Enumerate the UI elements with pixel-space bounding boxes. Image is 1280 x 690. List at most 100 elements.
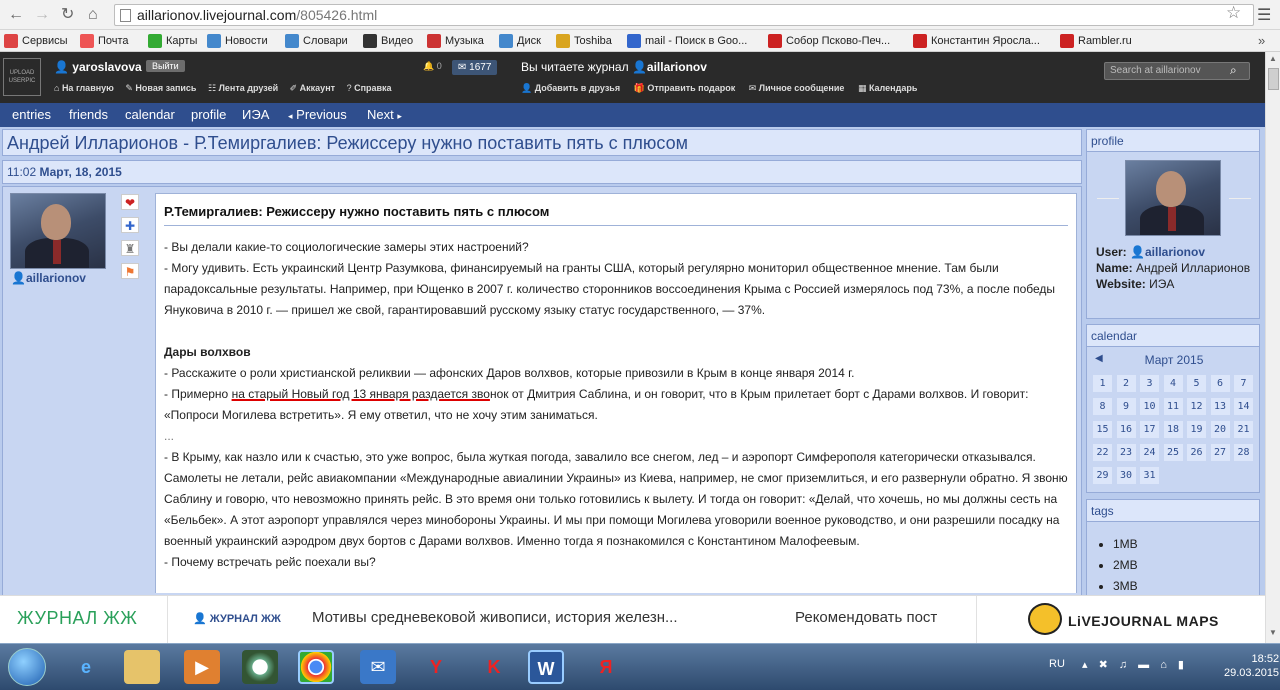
explorer-icon[interactable] [124,650,160,684]
profile-userpic[interactable] [1125,160,1221,236]
scroll-thumb[interactable] [1268,68,1279,90]
nav-account[interactable]: ✐ Аккаунт [290,83,335,93]
bookmark-item[interactable]: Сервисы [4,33,68,49]
calendar-day[interactable]: 10 [1140,398,1159,415]
nav-calendar[interactable]: calendar [125,103,175,127]
calendar-day[interactable]: 4 [1163,375,1183,392]
calendar-day[interactable]: 26 [1187,444,1206,461]
calendar-day[interactable]: 18 [1163,421,1183,438]
nav-new-post[interactable]: ✎ Новая запись [125,83,196,93]
calendar-day[interactable]: 9 [1116,398,1136,415]
action-send-gift[interactable]: 🎁 Отправить подарок [634,83,736,93]
bookmark-item[interactable]: Собор Псково-Печ... [768,33,890,49]
lj-journal-link[interactable]: 👤 ЖУРНАЛ ЖЖ [193,612,281,625]
back-icon[interactable]: ← [8,6,24,24]
action-add-friend[interactable]: 👤 Добавить в друзья [521,83,620,93]
bookmark-item[interactable]: Константин Яросла... [913,33,1040,49]
yandex-browser-icon[interactable]: Y [418,650,454,684]
scroll-down-icon[interactable]: ▼ [1269,628,1277,637]
calendar-day[interactable]: 20 [1210,421,1230,438]
calendar-day[interactable]: 16 [1116,421,1136,438]
chrome-icon[interactable] [298,650,334,684]
bookmark-item[interactable]: Toshiba [556,33,612,49]
calendar-day[interactable]: 27 [1210,444,1230,461]
calendar-day[interactable]: 28 [1234,444,1253,461]
calendar-day[interactable]: 1 [1093,375,1112,392]
menu-icon[interactable]: ☰ [1257,5,1271,25]
tray-clock[interactable]: 18:52 29.03.2015 [1224,652,1279,680]
heart-icon[interactable]: ❤ [121,194,139,210]
calendar-day[interactable]: 25 [1163,444,1183,461]
home-icon[interactable]: ⌂ [88,6,98,24]
lj-maps-link[interactable]: LiVEJOURNAL MAPS [1068,613,1219,629]
nav-profile[interactable]: profile [191,103,226,127]
action-private-message[interactable]: ✉ Личное сообщение [749,83,845,93]
tag-link[interactable]: 3МВ [1113,576,1138,597]
calendar-day[interactable]: 15 [1093,421,1112,438]
bookmarks-more-icon[interactable]: » [1258,33,1265,48]
recommend-post-button[interactable]: Рекомендовать пост [795,609,937,626]
language-indicator[interactable]: RU [1049,658,1065,670]
calendar-day[interactable]: 29 [1093,467,1112,484]
start-button[interactable] [8,648,46,686]
calendar-day[interactable]: 2 [1116,375,1136,392]
yandex-icon[interactable]: Я [588,650,624,684]
nav-entries[interactable]: entries [12,103,51,127]
scroll-up-icon[interactable]: ▲ [1269,54,1277,63]
tray-icons[interactable]: ▴ ✖ ♫ ▬ ⌂ ▮ [1082,658,1188,671]
bookmark-item[interactable]: Словари [285,33,348,49]
ie-icon[interactable]: e [68,650,104,684]
calendar-day[interactable]: 22 [1093,444,1112,461]
tag-link[interactable]: 2МВ [1113,555,1138,576]
lj-teaser-link[interactable]: Мотивы средневековой живописи, история ж… [312,609,678,626]
calendar-day[interactable]: 21 [1234,421,1253,438]
address-bar[interactable]: aillarionov.livejournal.com/805426.html [114,4,1254,26]
nav-home[interactable]: ⌂ На главную [54,83,114,93]
nav-help[interactable]: ? Справка [347,83,392,93]
bookmark-star-icon[interactable]: ☆ [1226,3,1241,23]
calendar-day[interactable]: 6 [1210,375,1230,392]
bookmark-item[interactable]: Новости [207,33,268,49]
kaspersky-icon[interactable]: K [476,650,512,684]
calendar-day[interactable]: 30 [1116,467,1136,484]
media-player-icon[interactable]: ▶ [184,650,220,684]
author-name[interactable]: 👤aillarionov [11,271,86,285]
calendar-day[interactable]: 5 [1187,375,1206,392]
bookmark-item[interactable]: mail - Поиск в Goo... [627,33,747,49]
reload-icon[interactable]: ↻ [61,6,74,24]
scrollbar[interactable]: ▲ ▼ [1265,52,1280,643]
bookmark-item[interactable]: Диск [499,33,541,49]
profile-user-link[interactable]: aillarionov [1145,245,1205,259]
action-calendar[interactable]: ▦ Календарь [858,83,917,93]
forward-icon[interactable]: → [34,6,50,24]
tag-icon[interactable]: ⚑ [121,263,139,279]
upload-userpic[interactable]: UPLOAD USERPIC [3,58,41,96]
search-icon[interactable]: ⌕ [1230,63,1259,78]
nav-previous[interactable]: ◂ Previous [288,103,347,128]
calendar-day[interactable]: 23 [1116,444,1136,461]
calendar-day[interactable]: 11 [1163,398,1183,415]
logout-button[interactable]: Выйти [146,60,185,72]
calendar-day[interactable]: 31 [1140,467,1159,484]
current-user[interactable]: 👤 yaroslavova [54,60,142,74]
calendar-day[interactable]: 14 [1234,398,1253,415]
word-icon[interactable]: W [528,650,564,684]
calendar-day[interactable]: 13 [1210,398,1230,415]
post-title[interactable]: Андрей Илларионов - Р.Темиргалиев: Режис… [2,129,1082,156]
add-memory-icon[interactable]: ✚ [121,217,139,233]
calendar-day[interactable]: 17 [1140,421,1159,438]
bookmark-item[interactable]: Музыка [427,33,484,49]
bookmark-item[interactable]: Карты [148,33,197,49]
disc-icon[interactable] [242,650,278,684]
profile-website-link[interactable]: ИЭА [1149,277,1174,291]
message-counter[interactable]: ✉ 1677 [452,60,498,75]
journal-search-input[interactable]: Search at aillarionov [1104,62,1250,80]
calendar-day[interactable]: 3 [1140,375,1159,392]
notification-counter[interactable]: 🔔 0 [423,61,442,72]
bookmark-item[interactable]: Rambler.ru [1060,33,1132,49]
reading-journal-link[interactable]: aillarionov [647,60,707,74]
tag-link[interactable]: 1МВ [1113,534,1138,555]
calendar-day[interactable]: 19 [1187,421,1206,438]
author-userpic[interactable] [10,193,106,269]
calendar-day[interactable]: 24 [1140,444,1159,461]
